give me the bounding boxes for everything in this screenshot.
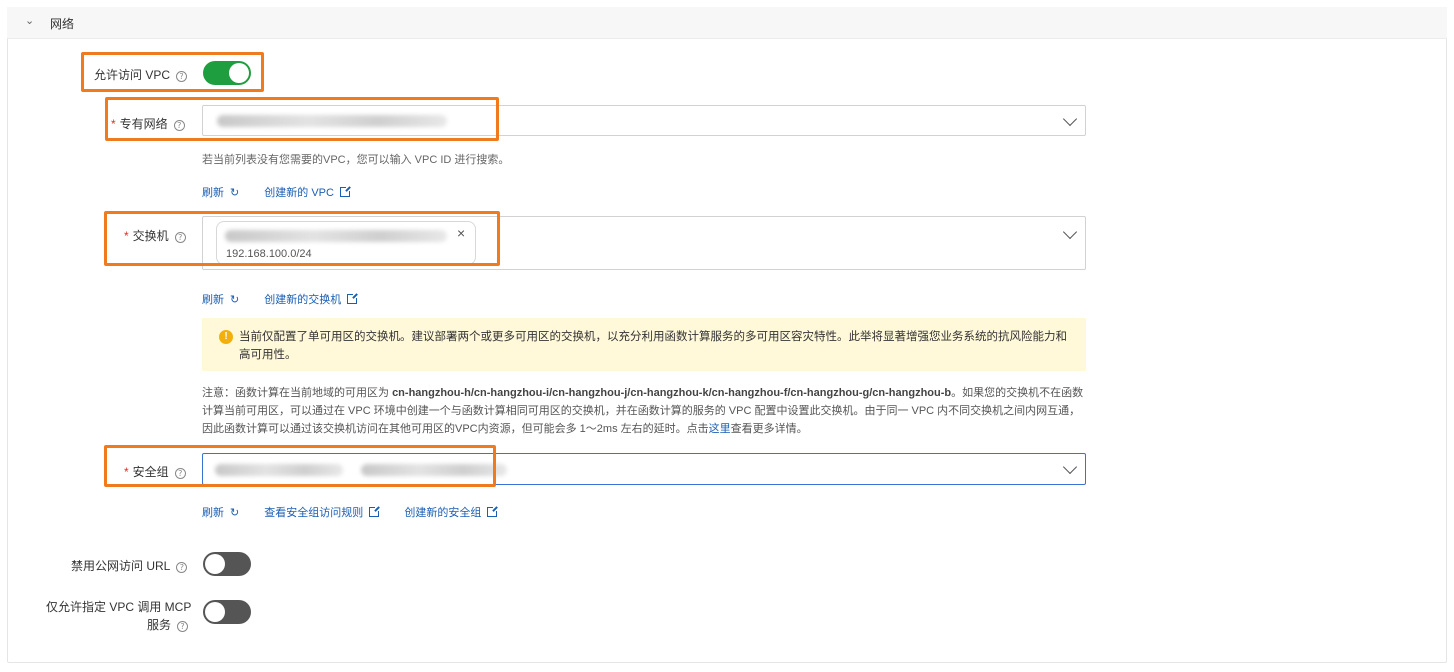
chevron-down-icon xyxy=(1062,459,1078,475)
single-zone-warning: ! 当前仅配置了单可用区的交换机。建议部署两个或更多可用区的交换机，以充分利用函… xyxy=(202,318,1086,371)
vpc-refresh-link[interactable]: 刷新 ↻ xyxy=(202,184,261,200)
highlight-box xyxy=(104,445,496,487)
warning-icon: ! xyxy=(219,330,233,344)
vswitch-refresh-link[interactable]: 刷新 ↻ xyxy=(202,291,261,307)
section-title: 网络 xyxy=(50,17,75,31)
warning-text: 当前仅配置了单可用区的交换机。建议部署两个或更多可用区的交换机，以充分利用函数计… xyxy=(239,331,1067,361)
section-header[interactable]: ⌄ 网络 xyxy=(7,7,1447,39)
external-link-icon xyxy=(487,506,499,517)
refresh-icon: ↻ xyxy=(230,294,240,306)
chevron-down-icon xyxy=(1062,224,1078,240)
highlight-box xyxy=(105,97,499,141)
create-vswitch-link[interactable]: 创建新的交换机 xyxy=(264,291,359,307)
create-vpc-link[interactable]: 创建新的 VPC xyxy=(264,184,351,200)
vswitch-links: 刷新 ↻ 创建新的交换机 xyxy=(202,291,359,307)
toggle-knob xyxy=(205,554,225,574)
security-group-links: 刷新 ↻ 查看安全组访问规则 创建新的安全组 xyxy=(202,504,499,520)
toggle-knob xyxy=(205,602,225,622)
external-link-icon xyxy=(369,506,381,517)
note-suffix: 查看更多详情。 xyxy=(730,423,808,435)
external-link-icon xyxy=(347,293,359,304)
note-details-link[interactable]: 这里 xyxy=(709,423,731,435)
disable-public-url-text: 禁用公网访问 URL xyxy=(71,559,171,573)
vpc-only-mcp-line2: 服务 xyxy=(146,618,171,632)
vpc-only-mcp-line1: 仅允许指定 VPC 调用 MCP xyxy=(46,600,192,614)
highlight-box xyxy=(104,211,500,266)
sg-refresh-link[interactable]: 刷新 ↻ xyxy=(202,504,261,520)
chevron-down-icon xyxy=(1062,111,1078,127)
view-sg-rules-link[interactable]: 查看安全组访问规则 xyxy=(264,504,381,520)
highlight-box xyxy=(81,52,264,92)
disable-public-url-label: 禁用公网访问 URL? xyxy=(71,557,188,574)
note-prefix: 注意：函数计算在当前地域的可用区为 xyxy=(202,387,393,399)
create-sg-link[interactable]: 创建新的安全组 xyxy=(404,504,499,520)
refresh-icon: ↻ xyxy=(230,187,240,199)
vpc-links: 刷新 ↻ 创建新的 VPC xyxy=(202,184,351,200)
disable-public-url-toggle[interactable] xyxy=(203,552,251,576)
vpc-hint: 若当前列表没有您需要的VPC，您可以输入 VPC ID 进行搜索。 xyxy=(202,154,510,166)
note-zones: cn-hangzhou-h/cn-hangzhou-i/cn-hangzhou-… xyxy=(392,387,952,399)
refresh-icon: ↻ xyxy=(230,507,240,519)
vpc-only-mcp-toggle[interactable] xyxy=(203,600,251,624)
zone-note: 注意：函数计算在当前地域的可用区为 cn-hangzhou-h/cn-hangz… xyxy=(202,384,1088,438)
chevron-down-icon[interactable]: ⌄ xyxy=(25,14,34,27)
external-link-icon xyxy=(339,186,351,197)
help-icon[interactable]: ? xyxy=(176,562,188,573)
help-icon[interactable]: ? xyxy=(177,621,188,632)
vpc-only-mcp-label: 仅允许指定 VPC 调用 MCP 服务? xyxy=(46,598,192,634)
